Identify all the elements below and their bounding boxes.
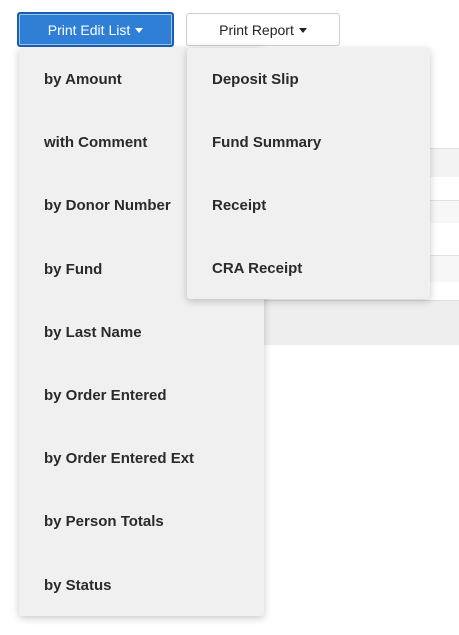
- menu-item-label: by Donor Number: [44, 197, 171, 215]
- menu-item-label: by Person Totals: [44, 513, 164, 531]
- menu-item-label: by Last Name: [44, 323, 142, 341]
- print-report-menu: Deposit Slip Fund Summary Receipt CRA Re…: [187, 48, 430, 299]
- menu-item-by-person-totals[interactable]: by Person Totals: [19, 490, 264, 553]
- menu-item-label: with Comment: [44, 134, 148, 152]
- background-row: [260, 300, 459, 345]
- menu-item-label: Receipt: [212, 197, 267, 214]
- caret-down-icon: [135, 27, 144, 33]
- menu-item-by-order-entered-ext[interactable]: by Order Entered Ext: [19, 427, 264, 490]
- print-report-label: Print Report: [219, 21, 294, 38]
- menu-item-cra-receipt[interactable]: CRA Receipt: [187, 237, 430, 299]
- menu-item-fund-summary[interactable]: Fund Summary: [187, 111, 430, 174]
- menu-item-label: by Fund: [44, 260, 103, 278]
- print-edit-list-button[interactable]: Print Edit List: [17, 12, 174, 47]
- menu-item-by-last-name[interactable]: by Last Name: [19, 301, 264, 364]
- menu-item-label: by Order Entered: [44, 387, 167, 405]
- menu-item-label: Deposit Slip: [212, 71, 299, 88]
- caret-down-icon: [298, 27, 307, 33]
- menu-item-label: by Amount: [44, 71, 122, 89]
- menu-item-receipt[interactable]: Receipt: [187, 174, 430, 237]
- menu-item-label: by Status: [44, 576, 112, 594]
- menu-item-label: by Order Entered Ext: [44, 450, 195, 468]
- print-report-button[interactable]: Print Report: [186, 13, 340, 46]
- menu-item-label: Fund Summary: [212, 134, 322, 151]
- menu-item-by-order-entered[interactable]: by Order Entered: [19, 364, 264, 427]
- menu-item-deposit-slip[interactable]: Deposit Slip: [187, 48, 430, 111]
- menu-item-by-status[interactable]: by Status: [19, 554, 264, 617]
- menu-item-label: CRA Receipt: [212, 260, 303, 277]
- print-edit-list-label: Print Edit List: [47, 21, 131, 38]
